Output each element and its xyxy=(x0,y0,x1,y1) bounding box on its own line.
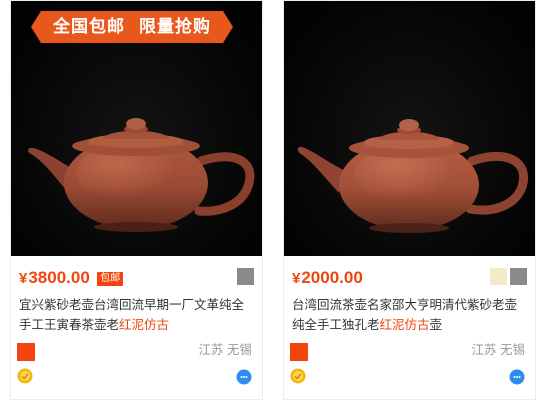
product-title[interactable]: 台湾回流茶壶名家邵大亨明清代紫砂老壶纯全手工独孔老红泥仿古壶 xyxy=(292,295,527,335)
product-card[interactable]: 全国包邮 限量抢购 ¥3800.00 包邮 宜兴紫砂老壶台湾回流早期一厂文革纯全手… xyxy=(10,0,263,400)
seller-location: 江苏 无锡 xyxy=(198,343,252,357)
gold-medal-icon xyxy=(17,368,33,384)
free-shipping-badge: 包邮 xyxy=(97,271,124,286)
product-price: ¥3800.00 xyxy=(19,268,90,287)
product-title-highlight: 红泥仿古 xyxy=(379,318,430,332)
teapot-illustration xyxy=(297,119,528,233)
chat-bubble-icon[interactable] xyxy=(236,369,252,385)
color-swatch[interactable] xyxy=(490,268,507,285)
color-swatches xyxy=(487,268,527,286)
promo-free-shipping-text: 全国包邮 xyxy=(53,17,125,36)
gold-medal-icon xyxy=(290,368,306,384)
color-swatch[interactable] xyxy=(237,268,254,285)
product-price: ¥2000.00 xyxy=(292,268,363,287)
chat-bubble-icon[interactable] xyxy=(509,369,525,385)
product-card[interactable]: ¥2000.00 台湾回流茶壶名家邵大亨明清代紫砂老壶纯全手工独孔老红泥仿古壶 … xyxy=(283,0,536,400)
product-title-tail: 壶 xyxy=(429,318,443,332)
seller-color-chip xyxy=(17,343,35,361)
product-title[interactable]: 宜兴紫砂老壶台湾回流早期一厂文革纯全手工王寅春茶壶老红泥仿古 xyxy=(19,295,254,335)
product-title-highlight: 红泥仿古 xyxy=(119,318,170,332)
seller-color-chip xyxy=(290,343,308,361)
promo-banner: 全国包邮 限量抢购 xyxy=(31,11,233,43)
promo-limited-text: 限量抢购 xyxy=(139,17,211,36)
color-swatch[interactable] xyxy=(510,268,527,285)
color-swatches xyxy=(234,268,254,286)
product-image-teapot[interactable] xyxy=(284,1,535,256)
price-row: ¥2000.00 xyxy=(292,267,527,289)
seller-location: 江苏 无锡 xyxy=(471,343,525,357)
price-row: ¥3800.00 包邮 xyxy=(19,267,254,289)
product-image-teapot[interactable]: 全国包邮 限量抢购 xyxy=(11,1,262,256)
